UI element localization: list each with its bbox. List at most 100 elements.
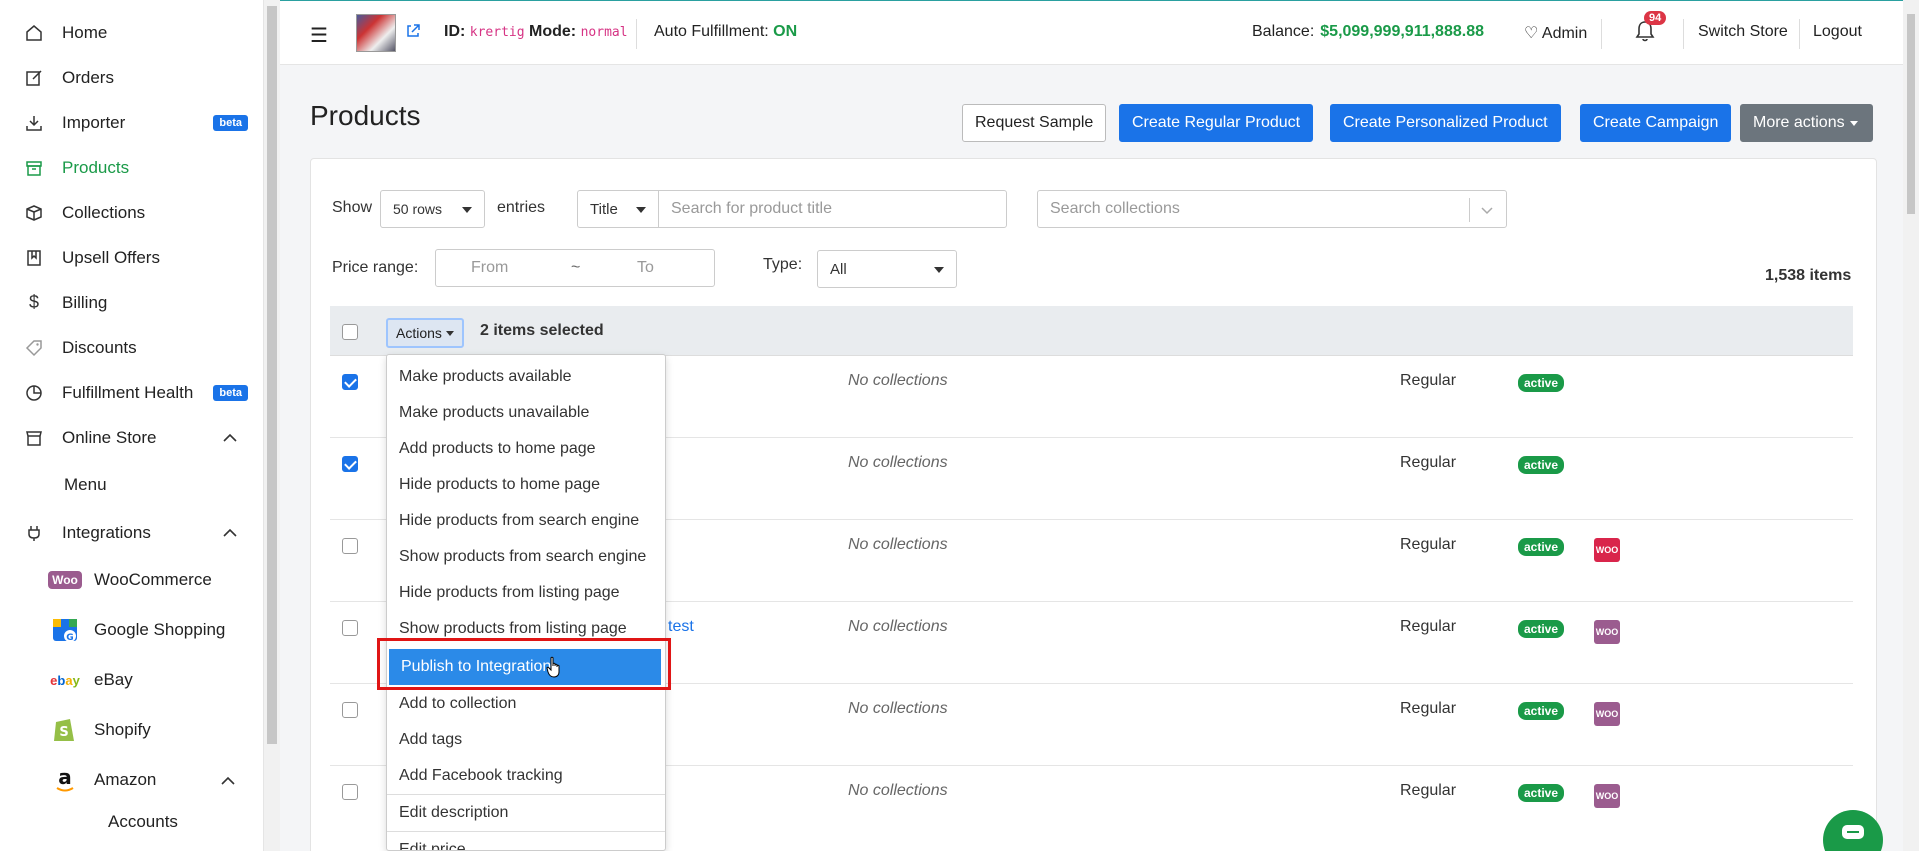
- beta-badge: beta: [213, 384, 248, 401]
- menu-item-make-available[interactable]: Make products available: [387, 359, 665, 395]
- request-sample-button[interactable]: Request Sample: [962, 104, 1107, 142]
- woocommerce-icon: WOO: [1594, 702, 1620, 726]
- menu-item-add-to-collection[interactable]: Add to collection: [387, 686, 665, 722]
- rows-value: 50 rows: [393, 201, 443, 217]
- divider: [1683, 19, 1684, 49]
- collections-search-input[interactable]: Search collections: [1037, 190, 1507, 228]
- row-type: Regular: [1400, 536, 1457, 553]
- sidebar-item-billing[interactable]: $ Billing: [0, 280, 263, 325]
- sidebar-item-upsell-offers[interactable]: Upsell Offers: [0, 235, 263, 280]
- integration-woocommerce[interactable]: Woo WooCommerce: [48, 562, 212, 598]
- svg-text:S: S: [59, 725, 68, 740]
- row-collections: No collections: [848, 536, 948, 553]
- sidebar-scrollbar[interactable]: [264, 0, 280, 851]
- download-icon: [24, 113, 44, 133]
- divider: [636, 19, 637, 49]
- bulk-actions-dropdown: Make products available Make products un…: [386, 354, 666, 851]
- integration-ebay[interactable]: ebay eBay: [48, 662, 133, 698]
- chevron-up-icon[interactable]: [222, 525, 238, 541]
- mode-value: normal: [580, 25, 628, 40]
- sidebar-item-orders[interactable]: Orders: [0, 55, 263, 100]
- row-checkbox[interactable]: [342, 456, 358, 472]
- menu-item-edit-description[interactable]: Edit description: [387, 795, 665, 831]
- row-checkbox[interactable]: [342, 702, 358, 718]
- admin-menu[interactable]: ♡ Admin: [1524, 23, 1587, 43]
- sidebar-item-home[interactable]: Home: [0, 10, 263, 55]
- row-collections: No collections: [848, 782, 948, 799]
- sidebar-item-discounts[interactable]: Discounts: [0, 325, 263, 370]
- hamburger-menu-icon[interactable]: ☰: [310, 23, 328, 48]
- more-actions-label: More actions: [1753, 114, 1845, 131]
- menu-item-add-facebook-tracking[interactable]: Add Facebook tracking: [387, 758, 665, 794]
- price-range-label: Price range:: [332, 259, 419, 276]
- menu-item-make-unavailable[interactable]: Make products unavailable: [387, 395, 665, 431]
- sidebar-item-label: Discounts: [62, 337, 137, 357]
- row-collections: No collections: [848, 700, 948, 717]
- menu-item-add-home-page[interactable]: Add products to home page: [387, 431, 665, 467]
- store-icon: [24, 428, 44, 448]
- menu-item-show-search-engine[interactable]: Show products from search engine: [387, 539, 665, 575]
- entries-label: entries: [497, 199, 546, 216]
- caret-down-icon: [1849, 120, 1858, 126]
- sidebar-item-collections[interactable]: Collections: [0, 190, 263, 235]
- chevron-up-icon[interactable]: [220, 773, 236, 791]
- menu-item-edit-price[interactable]: Edit price: [387, 832, 665, 850]
- search-field-select[interactable]: Title: [577, 190, 659, 228]
- product-title-link[interactable]: test: [668, 618, 694, 636]
- search-field-value: Title: [590, 200, 618, 218]
- external-link-icon[interactable]: [405, 23, 421, 44]
- price-from-input[interactable]: From: [471, 259, 508, 277]
- sidebar-item-label: Importer: [62, 112, 126, 132]
- caret-down-icon: [636, 207, 646, 213]
- create-personalized-product-button[interactable]: Create Personalized Product: [1330, 104, 1561, 142]
- scrollbar-thumb[interactable]: [267, 6, 277, 744]
- menu-item-hide-listing-page[interactable]: Hide products from listing page: [387, 575, 665, 611]
- menu-item-add-tags[interactable]: Add tags: [387, 722, 665, 758]
- auto-fulfillment-label: Auto Fulfillment:: [654, 23, 769, 40]
- row-collections: No collections: [848, 454, 948, 471]
- row-checkbox[interactable]: [342, 538, 358, 554]
- admin-label: Admin: [1541, 25, 1588, 42]
- page-scrollbar[interactable]: [1903, 0, 1919, 851]
- sidebar-item-products[interactable]: Products: [0, 145, 263, 190]
- sidebar-subitem-accounts[interactable]: Accounts: [108, 812, 178, 832]
- status-badge: active: [1518, 374, 1565, 392]
- sidebar-item-integrations[interactable]: Integrations: [0, 510, 263, 555]
- menu-item-hide-home-page[interactable]: Hide products to home page: [387, 467, 665, 503]
- sidebar-item-fulfillment-health[interactable]: Fulfillment Health beta: [0, 370, 263, 415]
- collections-placeholder: Search collections: [1050, 200, 1180, 217]
- switch-store-link[interactable]: Switch Store: [1698, 23, 1788, 41]
- dollar-icon: $: [28, 292, 39, 312]
- scrollbar-thumb[interactable]: [1907, 14, 1915, 214]
- chevron-down-icon[interactable]: [1480, 203, 1494, 221]
- price-range-input[interactable]: From ~ To: [435, 249, 715, 287]
- sidebar-subitem-menu[interactable]: Menu: [64, 475, 107, 495]
- select-all-checkbox[interactable]: [342, 324, 358, 340]
- create-campaign-button[interactable]: Create Campaign: [1580, 104, 1732, 142]
- product-title-search-input[interactable]: Search for product title: [658, 190, 1007, 228]
- chevron-up-icon[interactable]: [222, 430, 238, 446]
- row-checkbox[interactable]: [342, 374, 358, 390]
- row-checkbox[interactable]: [342, 620, 358, 636]
- woocommerce-logo-icon: Woo: [48, 565, 82, 595]
- menu-item-hide-search-engine[interactable]: Hide products from search engine: [387, 503, 665, 539]
- notifications-button[interactable]: 94: [1634, 11, 1667, 47]
- beta-badge: beta: [213, 114, 248, 131]
- id-label: ID:: [444, 23, 466, 40]
- more-actions-button[interactable]: More actions: [1740, 104, 1873, 142]
- plug-icon: [24, 523, 44, 543]
- integration-google-shopping[interactable]: G Google Shopping: [48, 612, 225, 648]
- integration-amazon[interactable]: a Amazon: [48, 762, 156, 798]
- logout-link[interactable]: Logout: [1813, 23, 1862, 41]
- type-select[interactable]: All: [817, 250, 957, 288]
- sidebar-item-online-store[interactable]: Online Store: [0, 415, 263, 460]
- integration-shopify[interactable]: S Shopify: [48, 712, 151, 748]
- price-to-input[interactable]: To: [637, 259, 654, 277]
- sidebar-item-label: Upsell Offers: [62, 247, 160, 267]
- create-regular-product-button[interactable]: Create Regular Product: [1119, 104, 1314, 142]
- row-checkbox[interactable]: [342, 784, 358, 800]
- rows-per-page-select[interactable]: 50 rows: [380, 190, 485, 228]
- chat-icon: [1841, 824, 1865, 847]
- sidebar-item-importer[interactable]: Importer beta: [0, 100, 263, 145]
- bulk-actions-button[interactable]: Actions: [386, 318, 464, 348]
